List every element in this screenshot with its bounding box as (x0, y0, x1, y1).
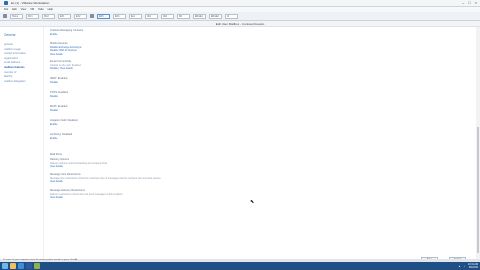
disable-owa-devices-link[interactable]: Disable OWA for Devices (50, 49, 350, 52)
title-bar: Ex (1) - VMware Workstation – □ × (0, 0, 480, 7)
vm-tab-ex2[interactable]: EX2 (74, 13, 87, 19)
content-scrollbar[interactable] (476, 27, 480, 259)
owa-status: Outlook on the web: Enabled (50, 63, 81, 67)
minimize-icon[interactable]: – (462, 1, 464, 5)
volume-icon[interactable]: ♪ (464, 265, 465, 268)
vm-tab-dc[interactable]: DC (177, 13, 190, 19)
vm-tab-ex4[interactable]: EX4 (113, 13, 126, 19)
menu-file[interactable]: File (4, 8, 8, 11)
power-icon[interactable] (3, 14, 7, 18)
section-message-size: Message Size Restrictions Message size r… (50, 173, 350, 183)
menu-help[interactable]: Help (48, 8, 53, 11)
vm-tab-cl[interactable]: Cl (225, 13, 238, 19)
window-title: Ex (1) - VMware Workstation (11, 1, 50, 5)
vm-tab-cli1[interactable]: Cli1 (145, 13, 158, 19)
mailbox-nav: General general mailbox usage contact in… (0, 27, 44, 259)
section-email-connectivity: Email Connectivity Outlook on the web: E… (50, 60, 350, 70)
sidebar-item-mailbox-delegation[interactable]: mailbox delegation (4, 80, 39, 85)
window-controls: – □ × (462, 1, 477, 5)
vm-tab-dc2[interactable]: DC2 (42, 13, 55, 19)
section-pop3: POP3: Enabled Disable (50, 91, 350, 98)
section-title: Archiving: Disabled (50, 133, 73, 136)
vm-tab-edge1[interactable]: EDGE1 (193, 13, 206, 19)
pop3-disable-link[interactable]: Disable (50, 95, 350, 98)
menu-edit[interactable]: Edit (12, 8, 16, 11)
vm-tab-ex1b[interactable]: Ex1 (129, 13, 142, 19)
owa-disable-link[interactable]: Disable | View details (50, 67, 350, 70)
clock[interactable]: 10:31 AM 3/6/2015 (468, 263, 478, 269)
section-description: Message size restrictions control the ma… (50, 176, 162, 180)
menu-tabs[interactable]: Tabs (38, 8, 43, 11)
section-description: Delivery options control forwarding and … (50, 161, 108, 165)
vm-tab-ex1[interactable]: EX1 (58, 13, 71, 19)
menu-view[interactable]: View (21, 8, 27, 11)
clock-date: 3/6/2015 (468, 266, 478, 269)
vm-tab-home[interactable]: Home (10, 13, 23, 19)
vm-tab-edge2[interactable]: EDGE2 (209, 13, 222, 19)
imap-disable-link[interactable]: Disable (50, 81, 350, 84)
section-litigation-hold: Litigation hold: Disabled Enable (50, 119, 350, 126)
vmware-app-icon (4, 1, 8, 5)
mouse-pointer-icon: ⬉ (250, 199, 255, 205)
taskbar: ▲ ♪ 10:31 AM 3/6/2015 (0, 262, 480, 270)
mail-flow-heading: Mail Flow (50, 152, 62, 156)
view-details-link[interactable]: View details (50, 180, 350, 183)
section-mapi: MAPI: Enabled Disable (50, 105, 350, 112)
vm-tab-cli2[interactable]: Cli2 (161, 13, 174, 19)
maximize-icon[interactable]: □ (468, 1, 470, 5)
section-title: Message Size Restrictions (50, 173, 81, 176)
section-title: IMAP: Enabled (50, 77, 68, 80)
section-title: MAPI: Enabled (50, 105, 68, 108)
section-imap: IMAP: Enabled Disable (50, 77, 350, 84)
section-delivery-restrictions: Message Delivery Restrictions Delivery r… (50, 189, 350, 199)
view-details-link[interactable]: View details (50, 53, 350, 56)
vm-toolbar: Home DC1 DC2 EX1 EX2 EX3 EX4 Ex1 Cli1 Cl… (0, 12, 480, 21)
start-icon[interactable] (2, 263, 8, 269)
section-title: Delivery Options (50, 158, 70, 161)
guest-window: Edit User Mailbox - Contoso\Usuario Gene… (0, 21, 480, 262)
network-icon[interactable]: ▲ (458, 265, 460, 268)
section-archiving: Archiving: Disabled Enable (50, 133, 350, 140)
section-title: POP3: Enabled (50, 91, 68, 94)
close-icon[interactable]: × (475, 1, 477, 5)
section-description: Delivery restrictions control who can se… (50, 192, 124, 196)
vm-tab-dc1[interactable]: DC1 (26, 13, 39, 19)
section-outlook-messaging: Outlook Messaging Contacts Enable (50, 29, 350, 36)
mapi-disable-link[interactable]: Disable (50, 109, 350, 112)
powershell-icon[interactable] (26, 263, 32, 269)
section-title: Email Connectivity (50, 60, 72, 63)
internet-explorer-icon[interactable] (18, 263, 24, 269)
section-delivery-options: Delivery Options Delivery options contro… (50, 158, 350, 168)
snapshot-icon[interactable] (90, 14, 94, 18)
vmware-icon[interactable] (34, 263, 40, 269)
litigation-enable-link[interactable]: Enable (50, 123, 350, 126)
view-details-link[interactable]: View details (50, 165, 350, 168)
mailbox-features-pane: Outlook Messaging Contacts Enable Mobile… (50, 27, 470, 259)
menu-vm[interactable]: VM (30, 8, 34, 11)
enable-link[interactable]: Enable (50, 33, 350, 36)
scrollbar-thumb[interactable] (477, 127, 479, 253)
disable-activesync-link[interactable]: Disable Exchange ActiveSync (50, 46, 350, 49)
system-tray: ▲ ♪ 10:31 AM 3/6/2015 (458, 263, 478, 269)
section-title: Mobile Devices (50, 42, 68, 45)
file-explorer-icon[interactable] (10, 263, 16, 269)
archiving-enable-link[interactable]: Enable (50, 137, 350, 140)
view-details-link[interactable]: View details (50, 196, 350, 199)
section-mobile-devices: Mobile Devices Disable Exchange ActiveSy… (50, 42, 350, 56)
section-title: Litigation hold: Disabled (50, 119, 78, 122)
section-title: Outlook Messaging Contacts (50, 29, 84, 32)
nav-heading: General (4, 33, 16, 37)
vm-tab-ex3[interactable]: EX3 (97, 13, 110, 19)
section-title: Message Delivery Restrictions (50, 189, 85, 192)
